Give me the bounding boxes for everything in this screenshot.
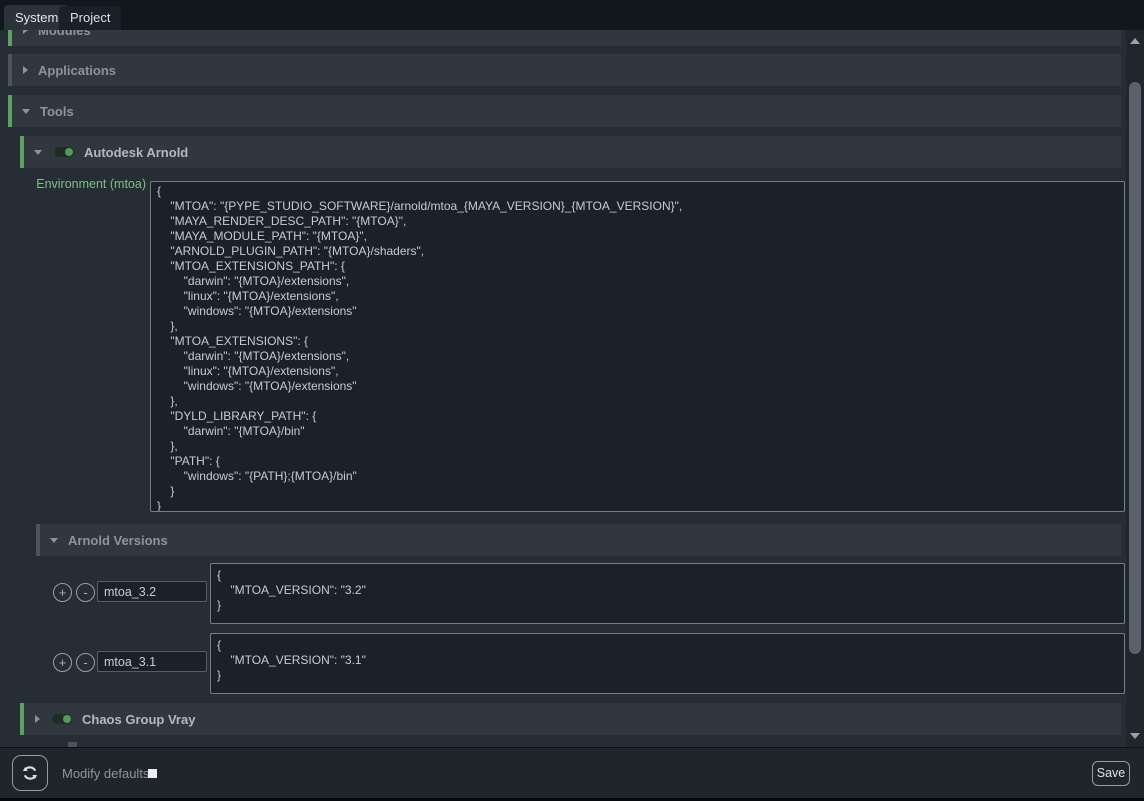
chevron-down-icon xyxy=(22,109,30,114)
add-version-button[interactable]: + xyxy=(53,583,72,602)
version-json-textarea[interactable]: { "MTOA_VERSION": "3.1" } xyxy=(210,633,1125,694)
settings-scroll-area: Modules Applications Tools Autodesk Arno… xyxy=(0,30,1126,747)
remove-version-button[interactable]: - xyxy=(76,583,95,602)
section-header-chaos-group-vray[interactable]: Chaos Group Vray xyxy=(20,703,1121,735)
refresh-button[interactable] xyxy=(12,755,48,791)
section-title: Chaos Group Vray xyxy=(82,712,195,727)
modified-indicator-bar xyxy=(8,30,12,46)
section-title: Modules xyxy=(38,30,91,38)
remove-version-button[interactable]: - xyxy=(76,653,95,672)
section-header-applications[interactable]: Applications xyxy=(8,54,1121,86)
section-indicator-bar xyxy=(8,54,12,86)
modify-defaults-checkbox[interactable] xyxy=(148,769,157,778)
tab-project[interactable]: Project xyxy=(59,6,121,30)
modified-indicator-bar xyxy=(20,136,24,168)
version-name-input[interactable] xyxy=(97,651,207,672)
section-header-modules[interactable]: Modules xyxy=(8,30,1121,46)
refresh-icon xyxy=(20,763,40,783)
chevron-right-icon xyxy=(35,715,40,723)
section-title: Tools xyxy=(40,104,74,119)
settings-window: System Project Modules Applications Tool… xyxy=(0,0,1144,801)
section-header-tools[interactable]: Tools xyxy=(8,95,1121,127)
section-title: Autodesk Arnold xyxy=(84,145,188,160)
tab-bar: System Project xyxy=(0,0,1144,30)
footer-bar: Modify defaults Save xyxy=(0,747,1144,798)
chevron-down-icon xyxy=(34,150,42,155)
scroll-down-arrow[interactable] xyxy=(1130,733,1140,739)
environment-json-textarea[interactable]: { "MTOA": "{PYPE_STUDIO_SOFTWARE}/arnold… xyxy=(150,181,1125,512)
add-version-button[interactable]: + xyxy=(53,653,72,672)
section-title: Arnold Versions xyxy=(68,533,168,548)
version-name-input[interactable] xyxy=(97,581,207,602)
modify-defaults-label: Modify defaults xyxy=(62,748,149,799)
toggle-on-switch[interactable] xyxy=(52,714,72,724)
toggle-on-switch[interactable] xyxy=(54,147,74,157)
section-title: Applications xyxy=(38,63,116,78)
version-json-textarea[interactable]: { "MTOA_VERSION": "3.2" } xyxy=(210,563,1125,624)
scrollbar-thumb[interactable] xyxy=(1129,82,1141,654)
vertical-scrollbar[interactable] xyxy=(1126,30,1144,747)
chevron-down-icon xyxy=(50,538,58,543)
modified-indicator-bar xyxy=(8,95,12,127)
chevron-right-icon xyxy=(23,66,28,74)
save-button[interactable]: Save xyxy=(1092,761,1130,786)
section-header-autodesk-arnold[interactable]: Autodesk Arnold xyxy=(20,136,1121,168)
environment-field-label: Environment (mtoa) xyxy=(0,177,146,191)
modified-indicator-bar xyxy=(20,703,24,735)
scroll-up-arrow[interactable] xyxy=(1130,38,1140,44)
section-header-arnold-versions[interactable]: Arnold Versions xyxy=(36,524,1121,556)
section-indicator-bar xyxy=(36,524,40,556)
chevron-right-icon xyxy=(23,30,28,34)
